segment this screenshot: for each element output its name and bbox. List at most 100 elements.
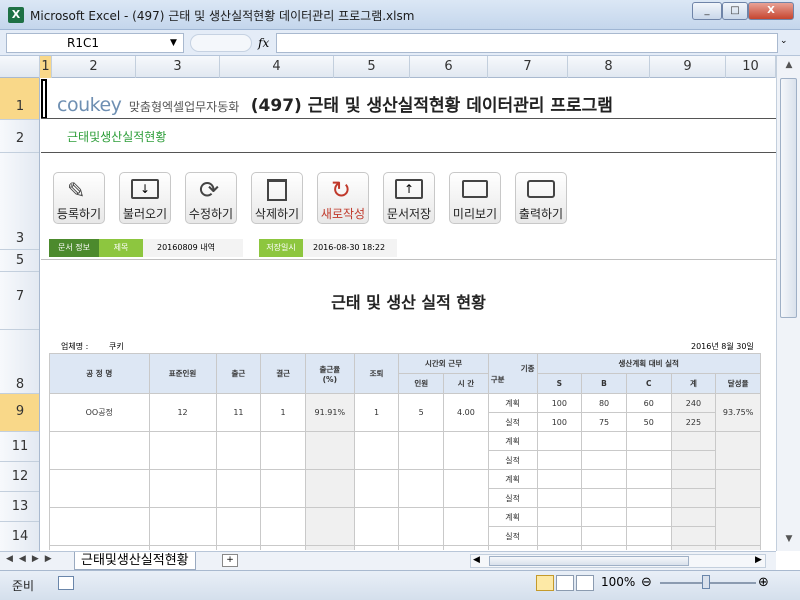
name-box[interactable]: R1C1: [6, 33, 184, 53]
cell-empty[interactable]: [581, 431, 627, 451]
cell-empty[interactable]: [304, 431, 355, 470]
page-layout-icon[interactable]: [556, 575, 574, 591]
cell-empty[interactable]: [625, 526, 672, 546]
cell-actual-total[interactable]: 225: [670, 412, 717, 432]
normal-view-icon[interactable]: [536, 575, 554, 591]
cell-empty[interactable]: [260, 469, 306, 508]
cell-empty[interactable]: [304, 545, 355, 550]
minimize-button[interactable]: _: [692, 2, 722, 20]
insert-function-button[interactable]: fx: [258, 33, 269, 53]
cell-achieve[interactable]: 93.75%: [715, 393, 761, 432]
worksheet-area[interactable]: coukey 맞춤형엑셀업무자동화 (497) 근태 및 생산실적현황 데이터관…: [41, 79, 776, 550]
page-break-icon[interactable]: [576, 575, 594, 591]
cell-empty[interactable]: [215, 431, 262, 470]
cell-empty[interactable]: [304, 469, 355, 508]
cell-plan-b[interactable]: 80: [581, 393, 627, 413]
cell-empty[interactable]: [670, 431, 717, 451]
cell-empty[interactable]: [49, 431, 150, 470]
new-sheet-icon[interactable]: +: [222, 554, 238, 567]
cell-actual-s[interactable]: 100: [536, 412, 583, 432]
cell-empty[interactable]: [581, 507, 627, 527]
cell-empty[interactable]: [581, 488, 627, 508]
cell-plan-c[interactable]: 60: [625, 393, 672, 413]
cell-empty[interactable]: [215, 507, 262, 546]
row-header[interactable]: 7: [0, 272, 39, 330]
cell-empty[interactable]: [536, 431, 583, 451]
close-button[interactable]: X: [748, 2, 794, 20]
expand-icon[interactable]: ⌄: [780, 36, 788, 46]
column-header[interactable]: 10: [726, 56, 776, 78]
cell-empty[interactable]: [715, 545, 761, 550]
cell-empty[interactable]: [148, 431, 217, 470]
cell-empty[interactable]: [260, 431, 306, 470]
chevron-down-icon[interactable]: ▼: [170, 33, 177, 53]
row-header[interactable]: 1: [0, 78, 39, 120]
zoom-in-icon[interactable]: ⊕: [758, 575, 769, 590]
column-header[interactable]: 1: [40, 56, 52, 78]
cell-empty[interactable]: [715, 469, 761, 508]
row-header[interactable]: 12: [0, 462, 39, 492]
cell-early[interactable]: 1: [353, 393, 400, 432]
cell-empty[interactable]: [148, 507, 217, 546]
column-header[interactable]: 5: [334, 56, 410, 78]
cell-empty[interactable]: [536, 469, 583, 489]
cell-standard[interactable]: 12: [148, 393, 217, 432]
cell-ot-people[interactable]: 5: [398, 393, 445, 432]
cell-empty[interactable]: [536, 507, 583, 527]
cell-empty[interactable]: [625, 507, 672, 527]
sheet-tab[interactable]: 근태및생산실적현황: [74, 552, 196, 570]
row-header[interactable]: 9: [0, 394, 39, 432]
excel-icon[interactable]: X: [8, 7, 24, 23]
cell-absent[interactable]: 1: [260, 393, 306, 432]
row-header[interactable]: 14: [0, 522, 39, 551]
select-all-corner[interactable]: [0, 56, 40, 78]
row-header[interactable]: 13: [0, 492, 39, 522]
cell-empty[interactable]: [670, 469, 717, 489]
title-value[interactable]: 20160809 내역: [143, 239, 243, 257]
zoom-out-icon[interactable]: ⊖: [641, 575, 652, 590]
scroll-down-icon[interactable]: ▼: [781, 534, 797, 548]
cell-empty[interactable]: [581, 526, 627, 546]
cell-empty[interactable]: [304, 507, 355, 546]
cell-empty[interactable]: [398, 431, 445, 470]
cell-empty[interactable]: [670, 507, 717, 527]
scroll-thumb[interactable]: [780, 78, 797, 318]
cell-empty[interactable]: [148, 545, 217, 550]
column-header[interactable]: 3: [136, 56, 220, 78]
cell-empty[interactable]: [353, 469, 400, 508]
cell-process[interactable]: OO공정: [49, 393, 150, 432]
h-scroll-thumb[interactable]: [489, 556, 689, 566]
cell-empty[interactable]: [260, 507, 306, 546]
cell-plan-s[interactable]: 100: [536, 393, 583, 413]
cell-empty[interactable]: [536, 545, 583, 550]
cell-empty[interactable]: [536, 526, 583, 546]
cell-empty[interactable]: [148, 469, 217, 508]
cell-empty[interactable]: [581, 545, 627, 550]
zoom-thumb[interactable]: [702, 575, 710, 589]
cell-empty[interactable]: [581, 450, 627, 470]
cell-empty[interactable]: [443, 507, 489, 546]
cell-empty[interactable]: [443, 545, 489, 550]
cell-empty[interactable]: [670, 545, 717, 550]
formula-input[interactable]: [276, 33, 778, 53]
cell-empty[interactable]: [398, 545, 445, 550]
column-header[interactable]: 8: [568, 56, 650, 78]
cell-empty[interactable]: [625, 431, 672, 451]
scroll-left-icon[interactable]: ◀: [473, 555, 480, 565]
cell-empty[interactable]: [625, 469, 672, 489]
cell-ot-hours[interactable]: 4.00: [443, 393, 489, 432]
cell-empty[interactable]: [715, 431, 761, 470]
row-header[interactable]: 5: [0, 250, 39, 272]
cell-empty[interactable]: [398, 507, 445, 546]
cell-empty[interactable]: [215, 545, 262, 550]
cell-empty[interactable]: [625, 545, 672, 550]
cell-empty[interactable]: [398, 469, 445, 508]
vertical-scrollbar[interactable]: ▲ ▼: [776, 56, 800, 551]
column-header[interactable]: 4: [220, 56, 334, 78]
cell-empty[interactable]: [260, 545, 306, 550]
cell-empty[interactable]: [353, 507, 400, 546]
cell-empty[interactable]: [443, 469, 489, 508]
cell-empty[interactable]: [49, 545, 150, 550]
scroll-up-icon[interactable]: ▲: [781, 60, 797, 74]
column-header[interactable]: 2: [52, 56, 136, 78]
